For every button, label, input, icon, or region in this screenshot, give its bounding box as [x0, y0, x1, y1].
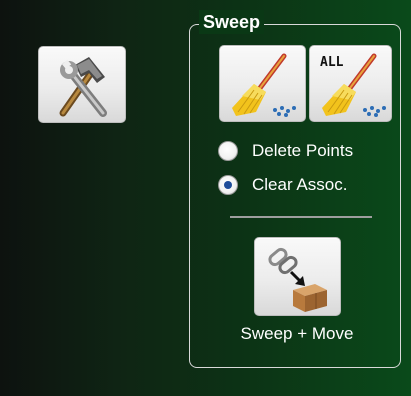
clear-assoc-label: Clear Assoc.	[252, 175, 348, 194]
link-to-box-icon	[268, 247, 327, 312]
tools-button[interactable]	[38, 46, 126, 123]
delete-points-label: Delete Points	[252, 141, 354, 160]
sweep-move-button[interactable]	[254, 237, 341, 316]
sweep-panel: Sweep ALL Delete Points Clear Assoc. Swe…	[0, 0, 411, 396]
hammer-wrench-icon	[59, 57, 107, 117]
broom-all-icon: ALL	[320, 53, 386, 117]
delete-points-radio[interactable]: Delete Points	[218, 138, 353, 164]
sweep-group-title: Sweep	[199, 10, 265, 34]
sweep-button[interactable]	[219, 45, 306, 122]
divider	[230, 216, 372, 218]
radio-circle[interactable]	[218, 175, 238, 195]
radio-circle[interactable]	[218, 141, 238, 161]
radio-selected-dot	[224, 181, 232, 189]
sweep-all-badge: ALL	[320, 55, 344, 70]
sweep-all-button[interactable]: ALL	[309, 45, 392, 122]
broom-icon	[232, 53, 296, 117]
clear-assoc-radio[interactable]: Clear Assoc.	[218, 172, 347, 198]
sweep-move-label: Sweep + Move	[240, 324, 354, 343]
